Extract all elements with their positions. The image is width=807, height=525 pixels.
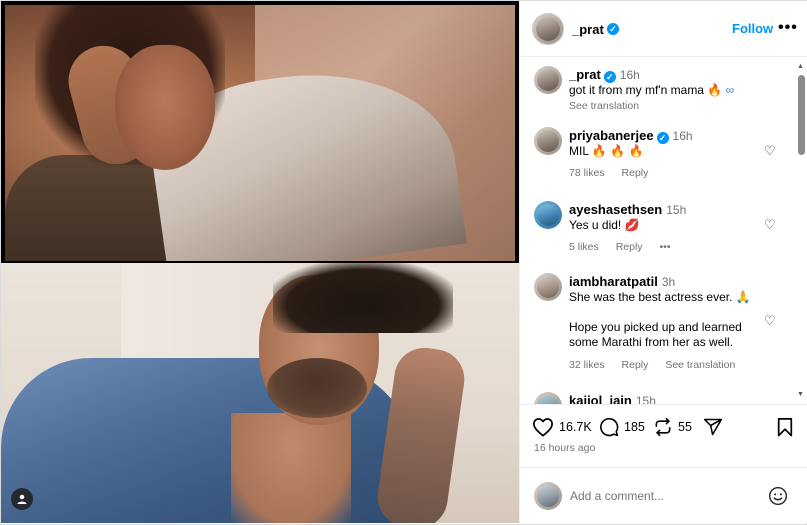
comment-input[interactable] xyxy=(570,486,750,506)
likes-count[interactable]: 32 likes xyxy=(569,359,605,371)
comments-scrollbar[interactable]: ▲ ▼ xyxy=(796,61,806,403)
emoji-picker-button[interactable] xyxy=(768,486,788,511)
follow-button[interactable]: Follow xyxy=(732,21,773,36)
comment-username[interactable]: kajiol_jain xyxy=(569,393,632,404)
repost-icon xyxy=(655,417,671,437)
comment-text: Yes u did! 💋 xyxy=(569,218,769,233)
post-modal: _prat ✓ Follow ••• _prat ✓ 16h got it from… xyxy=(0,0,807,525)
heart-icon xyxy=(533,418,553,437)
comment-time[interactable]: 16h xyxy=(673,129,693,143)
comment-username[interactable]: priyabanerjee xyxy=(569,128,654,143)
likes-total[interactable]: 16.7K xyxy=(559,420,592,434)
reply-button[interactable]: Reply xyxy=(616,241,643,253)
comment-meta: See translation xyxy=(569,100,653,112)
add-comment-bar xyxy=(520,467,807,523)
post-timestamp[interactable]: 16 hours ago xyxy=(534,442,595,454)
verified-icon: ✓ xyxy=(603,71,616,83)
comment-username[interactable]: _prat xyxy=(569,67,601,82)
bookmark-icon xyxy=(777,418,793,437)
comment-meta: 32 likes Reply See translation xyxy=(569,359,749,371)
author-avatar[interactable] xyxy=(532,13,564,45)
comment-button[interactable]: 185 xyxy=(599,417,645,437)
likes-count[interactable]: 78 likes xyxy=(569,167,605,179)
reply-button[interactable]: Reply xyxy=(622,167,649,179)
post-actions: 16.7K 185 55 xyxy=(520,404,807,464)
comment-text: She was the best actress ever. 🙏 xyxy=(569,290,769,305)
more-options-icon[interactable]: ••• xyxy=(778,19,798,37)
comment-text: got it from my mf'n mama 🔥 ∞ xyxy=(569,83,769,98)
post-header: _prat ✓ Follow ••• xyxy=(520,1,807,57)
avatar[interactable] xyxy=(534,127,562,155)
fire-icon: 🔥 xyxy=(610,144,626,158)
comment-meta: 78 likes Reply xyxy=(569,167,662,179)
user-icon xyxy=(17,494,27,504)
like-comment-icon[interactable]: ♡ xyxy=(764,143,776,159)
fire-icon: 🔥 xyxy=(628,144,644,158)
scroll-up-icon[interactable]: ▲ xyxy=(797,63,804,70)
comment-meta: 5 likes Reply ••• xyxy=(569,241,685,253)
scroll-down-icon[interactable]: ▼ xyxy=(797,391,804,398)
comment-time[interactable]: 16h xyxy=(620,68,640,82)
avatar[interactable] xyxy=(534,201,562,229)
comment-icon xyxy=(600,418,619,437)
likes-count[interactable]: 5 likes xyxy=(569,241,599,253)
send-icon xyxy=(703,418,723,436)
comment-body: MIL xyxy=(569,144,589,158)
photo-bottom xyxy=(1,263,519,523)
reply-button[interactable]: Reply xyxy=(622,359,649,371)
tagged-users-button[interactable] xyxy=(11,488,33,510)
comment-body: Yes u did! xyxy=(569,218,622,232)
like-comment-icon[interactable]: ♡ xyxy=(764,313,776,329)
comments-total[interactable]: 185 xyxy=(624,420,645,434)
comment-time[interactable]: 3h xyxy=(662,275,675,289)
see-translation-link[interactable]: See translation xyxy=(569,100,639,112)
post-sidebar: _prat ✓ Follow ••• _prat ✓ 16h got it from… xyxy=(519,1,807,523)
comment-time[interactable]: 15h xyxy=(636,394,656,404)
comment-time[interactable]: 15h xyxy=(666,203,686,217)
save-button[interactable] xyxy=(776,417,794,437)
scrollbar-thumb[interactable] xyxy=(798,75,805,155)
fire-icon: 🔥 xyxy=(591,144,607,158)
fire-icon: 🔥 xyxy=(707,83,723,97)
verified-icon: ✓ xyxy=(656,132,669,144)
comment-body: She was the best actress ever. xyxy=(569,290,733,304)
avatar[interactable] xyxy=(534,273,562,301)
share-button[interactable] xyxy=(703,417,723,437)
photo-top xyxy=(5,5,515,261)
current-user-avatar xyxy=(534,482,562,510)
comment-options-icon[interactable]: ••• xyxy=(659,241,670,253)
like-button[interactable]: 16.7K xyxy=(532,417,592,437)
avatar[interactable] xyxy=(534,66,562,94)
comment-text: MIL 🔥 🔥 🔥 xyxy=(569,144,769,159)
pray-icon: 🙏 xyxy=(735,290,751,304)
author-username[interactable]: _prat xyxy=(572,22,604,37)
verified-icon: ✓ xyxy=(607,23,619,35)
caption-text: got it from my mf'n mama xyxy=(569,83,704,97)
like-comment-icon[interactable]: ♡ xyxy=(764,217,776,233)
comment-username[interactable]: iambharatpatil xyxy=(569,274,658,289)
see-translation-link[interactable]: See translation xyxy=(665,359,735,371)
comments-list[interactable]: _prat ✓ 16h got it from my mf'n mama 🔥 ∞ S… xyxy=(520,58,807,404)
post-media[interactable] xyxy=(1,1,519,523)
emoji-icon xyxy=(768,486,788,506)
reposts-total[interactable]: 55 xyxy=(678,420,692,434)
avatar[interactable] xyxy=(534,392,562,404)
kiss-icon: 💋 xyxy=(624,218,640,232)
comment-text-continued: Hope you picked up and learned some Mara… xyxy=(569,320,742,349)
comment-username[interactable]: ayeshasethsen xyxy=(569,202,662,217)
infinity-icon: ∞ xyxy=(725,83,735,97)
repost-button[interactable]: 55 xyxy=(653,417,692,437)
